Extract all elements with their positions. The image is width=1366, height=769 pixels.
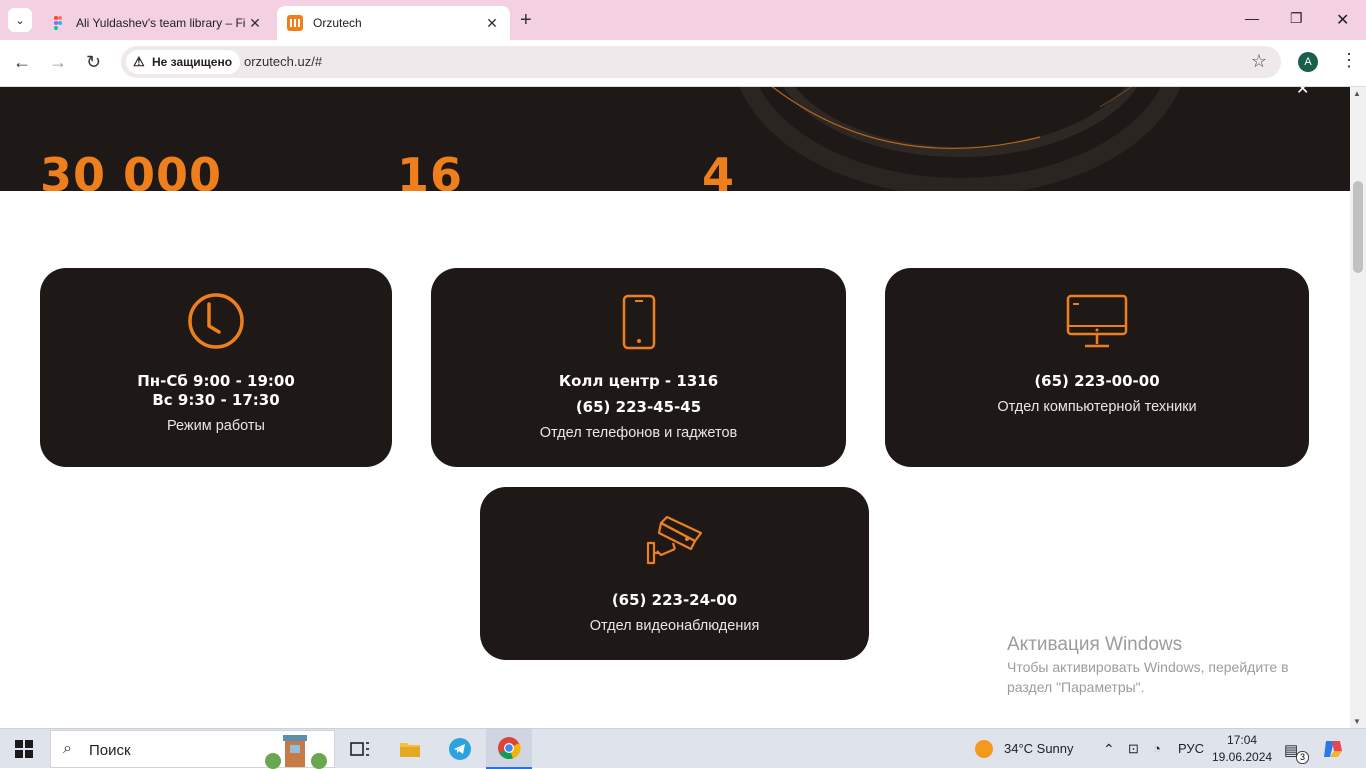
smartphone-icon <box>622 294 655 350</box>
weather-text[interactable]: 34°C Sunny <box>1004 741 1074 756</box>
figma-icon <box>54 16 62 30</box>
clock-icon <box>188 293 244 349</box>
windows-start-icon[interactable] <box>15 740 33 758</box>
scrollbar-thumb[interactable] <box>1353 181 1363 273</box>
browser-menu-icon[interactable]: ⋮ <box>1340 50 1358 71</box>
contact-card-computers: (65) 223-00-00 Отдел компьютерной техник… <box>885 268 1309 467</box>
hero-stats-section: 30 000 16 4 ✕ <box>0 87 1350 191</box>
page-content: 30 000 16 4 ✕ Пн-Сб 9:00 - 19:00 Вс 9:30… <box>0 87 1350 728</box>
telegram-icon[interactable] <box>446 735 474 763</box>
card-line1: Колл центр - 1316 <box>558 372 719 390</box>
contact-card-cctv: (65) 223-24-00 Отдел видеонаблюдения <box>480 487 869 660</box>
forward-icon[interactable]: → <box>49 52 67 73</box>
chrome-taskbar-button[interactable] <box>486 729 532 769</box>
minimize-icon[interactable]: — <box>1245 10 1259 26</box>
meet-now-icon[interactable]: ⊡ <box>1128 741 1139 757</box>
vertical-scrollbar[interactable]: ▲ ▼ <box>1350 87 1366 728</box>
windows-taskbar: ⌕ Поиск 34°C Sunny ⌃ ⊡ ◔ РУС 17:04 19.06… <box>0 728 1366 769</box>
stat-value: 4 <box>702 148 736 191</box>
tab-orzutech[interactable]: Orzutech ✕ <box>277 6 510 40</box>
card-line2: Вс 9:30 - 17:30 <box>152 391 280 409</box>
scroll-up-icon[interactable]: ▲ <box>1353 89 1361 98</box>
search-highlight-illustration-icon <box>265 735 327 769</box>
tab-figma[interactable]: Ali Yuldashev's team library – Fi ✕ <box>40 6 273 40</box>
card-caption: Отдел телефонов и гаджетов <box>539 425 738 441</box>
weather-sun-icon[interactable] <box>974 739 994 759</box>
card-line1: (65) 223-24-00 <box>611 591 738 609</box>
security-chip[interactable]: ⚠ Не защищено <box>126 50 241 74</box>
taskbar-clock[interactable]: 17:04 19.06.2024 <box>1212 732 1272 766</box>
tray-chevron-icon[interactable]: ⌃ <box>1103 741 1115 758</box>
stat-value: 16 <box>397 148 464 191</box>
chrome-icon <box>498 737 521 760</box>
wifi-icon[interactable]: ◔ <box>1153 741 1161 756</box>
close-tab-icon[interactable]: ✕ <box>484 15 500 32</box>
close-icon[interactable]: ✕ <box>1296 87 1309 99</box>
back-icon[interactable]: ← <box>13 52 31 73</box>
card-line2: (65) 223-45-45 <box>575 398 702 416</box>
cctv-camera-icon <box>646 515 702 565</box>
card-line1: Пн-Сб 9:00 - 19:00 <box>137 372 295 390</box>
notification-count: 3 <box>1296 751 1310 764</box>
card-caption: Отдел видеонаблюдения <box>589 618 760 634</box>
contact-card-phones: Колл центр - 1316 (65) 223-45-45 Отдел т… <box>431 268 846 467</box>
taskbar-search-box[interactable]: ⌕ Поиск <box>50 730 335 769</box>
new-tab-icon[interactable]: + <box>520 9 532 31</box>
search-label: Поиск <box>89 742 131 759</box>
close-tab-icon[interactable]: ✕ <box>247 15 263 32</box>
search-icon: ⌕ <box>63 740 72 757</box>
file-explorer-icon[interactable] <box>396 735 424 763</box>
profile-avatar[interactable]: A <box>1298 52 1318 72</box>
monitor-icon <box>1066 294 1128 348</box>
reload-icon[interactable]: ↻ <box>86 52 101 73</box>
security-chip-label: Не защищено <box>152 55 233 69</box>
stat-value: 30 000 <box>40 148 223 191</box>
card-line1: (65) 223-00-00 <box>1034 372 1160 390</box>
browser-tab-bar: ⌄ Ali Yuldashev's team library – Fi ✕ Or… <box>0 0 1366 40</box>
tab-search-button[interactable]: ⌄ <box>8 8 32 32</box>
clock-time: 17:04 <box>1227 733 1258 747</box>
warning-icon: ⚠ <box>133 54 145 69</box>
scroll-down-icon[interactable]: ▼ <box>1353 717 1361 726</box>
browser-toolbar: ← → ↻ ⚠ Не защищено orzutech.uz/# ☆ A ⋮ <box>0 40 1366 87</box>
address-bar[interactable]: ⚠ Не защищено orzutech.uz/# ☆ <box>121 46 1281 78</box>
orzutech-favicon-icon <box>287 15 303 31</box>
language-indicator[interactable]: РУС <box>1178 741 1204 756</box>
windows-activation-watermark: Активация Windows Чтобы активировать Win… <box>1007 633 1327 697</box>
watermark-text: Чтобы активировать Windows, перейдите в … <box>1007 659 1289 695</box>
tab-title: Orzutech <box>313 16 362 30</box>
restore-icon[interactable]: ❐ <box>1290 10 1303 27</box>
watermark-title: Активация Windows <box>1007 634 1183 655</box>
contact-card-schedule: Пн-Сб 9:00 - 19:00 Вс 9:30 - 17:30 Режим… <box>40 268 392 467</box>
task-view-icon[interactable] <box>346 735 374 763</box>
clock-date: 19.06.2024 <box>1212 750 1273 764</box>
tab-title: Ali Yuldashev's team library – Fi <box>76 16 246 30</box>
card-caption: Отдел компьютерной техники <box>997 399 1197 415</box>
bookmark-star-icon[interactable]: ☆ <box>1251 51 1267 72</box>
card-caption: Режим работы <box>167 418 265 434</box>
copilot-icon[interactable] <box>1322 739 1344 759</box>
close-window-icon[interactable]: ✕ <box>1336 10 1349 30</box>
url-text[interactable]: orzutech.uz/# <box>244 54 322 69</box>
